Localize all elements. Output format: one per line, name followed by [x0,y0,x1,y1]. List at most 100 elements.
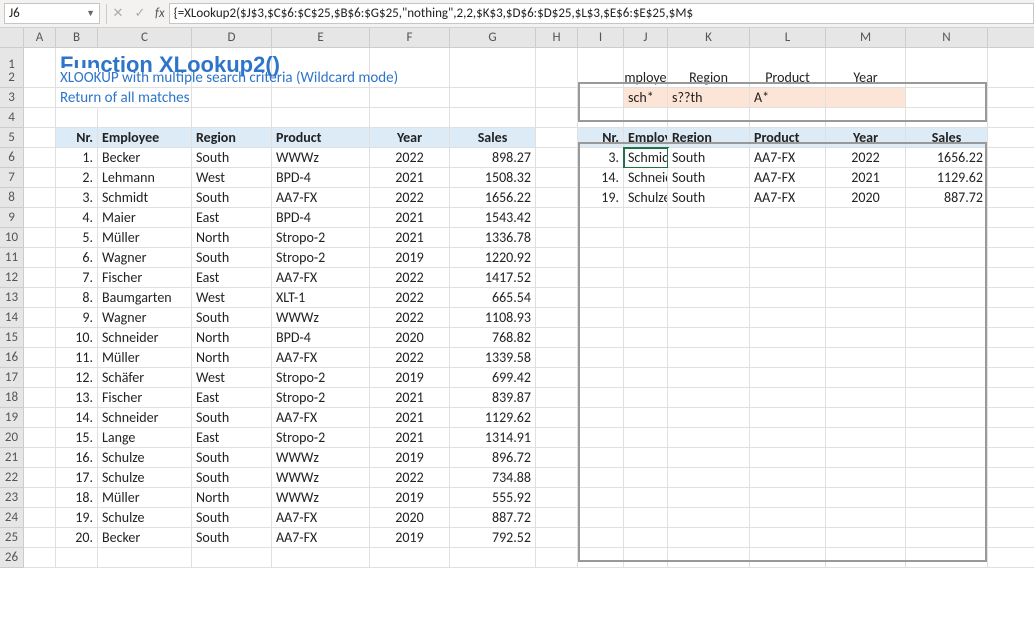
fx-icon[interactable]: fx [155,6,165,21]
cell[interactable]: 19. [578,188,624,208]
cell[interactable] [624,288,668,308]
cell[interactable]: Baumgarten [98,288,192,308]
cell[interactable]: South [192,468,272,488]
row-header[interactable]: 8 [0,188,24,208]
cell[interactable] [988,528,1034,548]
cell[interactable]: 1129.62 [906,168,988,188]
cell[interactable]: 1108.93 [450,308,536,328]
cell[interactable] [578,208,624,228]
cell[interactable] [750,508,826,528]
row-header[interactable]: 17 [0,368,24,388]
cell[interactable] [826,88,906,108]
cell[interactable]: 898.27 [450,148,536,168]
row-header[interactable]: 6 [0,148,24,168]
cell[interactable] [272,548,370,568]
cell[interactable]: 2019 [370,248,450,268]
cell[interactable]: 2021 [370,168,450,188]
row-header[interactable]: 18 [0,388,24,408]
cell[interactable]: 15. [56,428,98,448]
cell[interactable] [24,248,56,268]
cell[interactable]: WWWz [272,148,370,168]
cell[interactable] [906,548,988,568]
cell[interactable] [750,108,826,128]
cell[interactable] [24,448,56,468]
cell[interactable] [826,248,906,268]
cell[interactable]: Lange [98,428,192,448]
cell[interactable] [24,508,56,528]
cell[interactable]: 7. [56,268,98,288]
cell[interactable] [450,548,536,568]
cell[interactable] [988,108,1034,128]
cell[interactable]: Stropo-2 [272,228,370,248]
cell[interactable] [56,108,98,128]
cell[interactable] [750,428,826,448]
cell[interactable] [536,188,578,208]
cell[interactable] [988,148,1034,168]
cell[interactable] [578,268,624,288]
cell[interactable]: 2022 [370,348,450,368]
row-header[interactable]: 22 [0,468,24,488]
cell[interactable] [826,208,906,228]
row-header[interactable]: 13 [0,288,24,308]
cell[interactable]: 2019 [370,368,450,388]
cell[interactable] [668,228,750,248]
cell[interactable] [370,548,450,568]
row-header[interactable]: 21 [0,448,24,468]
cell[interactable] [906,308,988,328]
cell[interactable] [826,448,906,468]
cell[interactable] [624,368,668,388]
cell[interactable] [668,248,750,268]
cell[interactable] [624,388,668,408]
cell[interactable]: 12. [56,368,98,388]
formula-input[interactable]: {=XLookup2($J$3,$C$6:$C$25,$B$6:$G$25,"n… [169,3,1034,24]
cell[interactable] [826,468,906,488]
cell[interactable] [826,108,906,128]
row-header[interactable]: 3 [0,88,24,108]
cell[interactable] [536,108,578,128]
cell[interactable]: Schulze [98,448,192,468]
cell[interactable] [750,488,826,508]
cell[interactable] [750,248,826,268]
cell[interactable]: AA7-FX [272,508,370,528]
cell[interactable]: 887.72 [906,188,988,208]
cell[interactable]: 2022 [370,148,450,168]
cell[interactable]: XLT-1 [272,288,370,308]
row-header[interactable]: 5 [0,128,24,148]
cell[interactable] [624,528,668,548]
cell[interactable] [906,528,988,548]
col-header[interactable]: I [578,28,624,48]
cell[interactable]: Employee [624,68,668,88]
cell[interactable] [988,328,1034,348]
cell[interactable] [24,388,56,408]
cell[interactable]: 2021 [370,208,450,228]
cell[interactable]: North [192,348,272,368]
cell[interactable] [24,208,56,228]
cell[interactable] [536,348,578,368]
cell[interactable]: 5. [56,228,98,248]
cell[interactable]: 1220.92 [450,248,536,268]
cell[interactable]: West [192,168,272,188]
cell[interactable] [668,208,750,228]
cell[interactable]: 2021 [370,228,450,248]
cell[interactable] [536,168,578,188]
cell[interactable]: AA7-FX [272,188,370,208]
cell[interactable]: 768.82 [450,328,536,348]
cell[interactable]: 2020 [370,328,450,348]
cell[interactable] [988,548,1034,568]
cell[interactable]: East [192,268,272,288]
col-header[interactable]: G [450,28,536,48]
col-header[interactable]: F [370,28,450,48]
cell[interactable] [906,348,988,368]
cell[interactable]: WWWz [272,308,370,328]
cell[interactable] [668,328,750,348]
cell[interactable] [826,548,906,568]
cell[interactable]: Fischer [98,268,192,288]
cell[interactable]: 665.54 [450,288,536,308]
cell[interactable]: 2022 [370,308,450,328]
row-header[interactable]: 12 [0,268,24,288]
col-header[interactable]: J [624,28,668,48]
cell[interactable] [536,548,578,568]
cell[interactable] [192,108,272,128]
cell[interactable]: BPD-4 [272,168,370,188]
cell[interactable] [624,428,668,448]
